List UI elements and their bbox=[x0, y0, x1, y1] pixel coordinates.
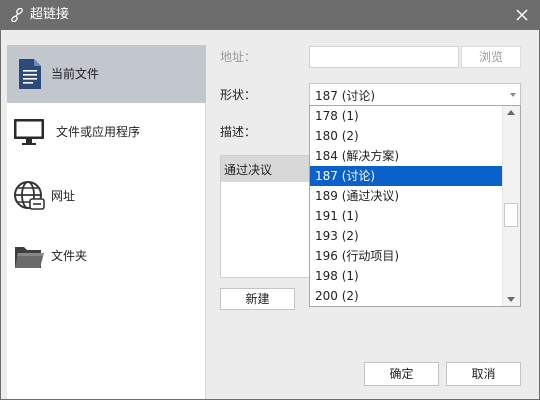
title-bar: 超链接 bbox=[1, 1, 539, 30]
sidebar-item-label: 文件夹 bbox=[51, 249, 88, 263]
sidebar-item-label: 当前文件 bbox=[51, 67, 100, 81]
link-icon bbox=[11, 8, 23, 22]
folder-icon bbox=[15, 247, 44, 268]
shape-select[interactable]: 187 (讨论) bbox=[309, 83, 521, 107]
cancel-button[interactable]: 取消 bbox=[446, 362, 521, 386]
document-icon bbox=[19, 59, 41, 89]
close-icon[interactable] bbox=[513, 6, 531, 24]
dropdown-option[interactable]: 191 (1) bbox=[310, 206, 502, 226]
scrollbar-thumb[interactable] bbox=[504, 203, 518, 227]
ok-button[interactable]: 确定 bbox=[364, 362, 439, 386]
monitor-icon bbox=[14, 119, 44, 145]
scroll-up-icon[interactable] bbox=[507, 110, 515, 115]
dropdown-option-selected[interactable]: 187 (讨论) bbox=[310, 166, 502, 186]
address-label: 地址： bbox=[220, 50, 257, 64]
sidebar-item-current-file[interactable]: 当前文件 bbox=[7, 45, 206, 103]
sidebar: 当前文件 文件或应用程序 网址 文件夹 bbox=[7, 45, 206, 399]
dropdown-option[interactable]: 178 (1) bbox=[310, 106, 502, 126]
dropdown-option[interactable]: 189 (通过决议) bbox=[310, 186, 502, 206]
new-button[interactable]: 新建 bbox=[220, 288, 295, 310]
dialog-title: 超链接 bbox=[30, 7, 70, 22]
chevron-down-icon bbox=[510, 93, 516, 97]
sidebar-item-file-or-app[interactable]: 文件或应用程序 bbox=[7, 103, 206, 161]
globe-icon bbox=[14, 181, 45, 210]
sidebar-item-label: 网址 bbox=[51, 189, 76, 203]
shape-dropdown-list: 178 (1) 180 (2) 184 (解决方案) 187 (讨论) 189 … bbox=[309, 105, 521, 307]
shape-label: 形状： bbox=[220, 88, 257, 102]
description-label: 描述： bbox=[220, 125, 257, 139]
sidebar-item-folder[interactable]: 文件夹 bbox=[7, 227, 206, 285]
dropdown-scrollbar[interactable] bbox=[502, 106, 520, 306]
dropdown-option[interactable]: 184 (解决方案) bbox=[310, 146, 502, 166]
address-input[interactable] bbox=[309, 46, 459, 68]
dropdown-option[interactable]: 180 (2) bbox=[310, 126, 502, 146]
dropdown-option[interactable]: 196 (行动项目) bbox=[310, 246, 502, 266]
scroll-down-icon[interactable] bbox=[507, 297, 515, 302]
dropdown-option[interactable]: 200 (2) bbox=[310, 286, 502, 306]
sidebar-item-url[interactable]: 网址 bbox=[7, 167, 206, 225]
dropdown-option[interactable]: 193 (2) bbox=[310, 226, 502, 246]
sidebar-item-label: 文件或应用程序 bbox=[56, 125, 141, 139]
shape-select-value: 187 (讨论) bbox=[315, 89, 376, 103]
description-text: 通过决议 bbox=[224, 163, 273, 177]
hyperlink-dialog: 超链接 当前文件 文件或应用程序 网址 文件夹 地址： 浏览 形状： 187 (… bbox=[0, 0, 540, 400]
dropdown-option[interactable]: 198 (1) bbox=[310, 266, 502, 286]
browse-button[interactable]: 浏览 bbox=[461, 46, 521, 68]
